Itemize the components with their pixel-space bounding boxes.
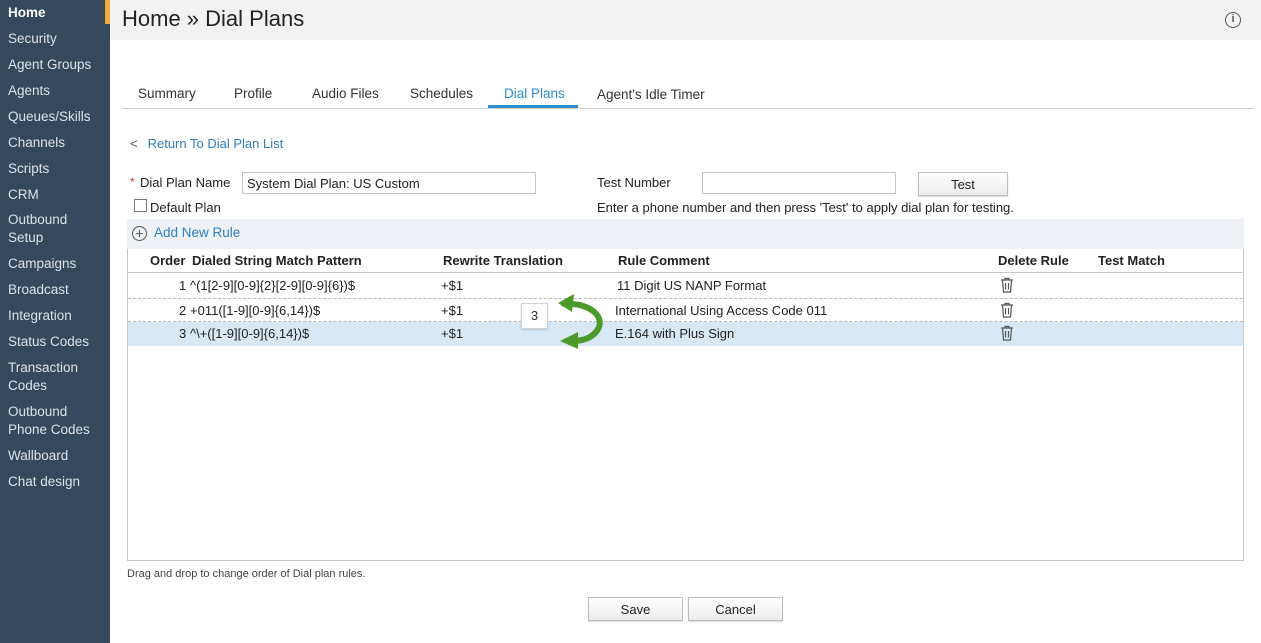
default-plan-label: Default Plan: [150, 200, 221, 215]
sidebar-item-queues-skills[interactable]: Queues/Skills: [8, 108, 91, 126]
table-row[interactable]: 3 ^\+([1-9][0-9]{6,14})$ +$1 E.164 with …: [128, 322, 1243, 346]
sidebar-item-chat-design[interactable]: Chat design: [8, 473, 80, 491]
return-to-list-link[interactable]: < Return To Dial Plan List: [130, 136, 283, 151]
reorder-arrow-icon: [558, 294, 603, 349]
rewrite-cell: +$1: [441, 326, 464, 341]
tab-summary[interactable]: Summary: [138, 86, 196, 101]
return-link-label: Return To Dial Plan List: [147, 136, 284, 151]
sidebar-item-wallboard[interactable]: Wallboard: [8, 447, 68, 465]
trash-icon[interactable]: [1000, 277, 1014, 293]
rules-toolbar: + Add New Rule: [127, 219, 1244, 249]
test-hint: Enter a phone number and then press 'Tes…: [597, 200, 1014, 215]
sidebar-item-label: Outbound: [8, 404, 68, 419]
sidebar-item-transaction-codes[interactable]: Transaction Codes: [8, 359, 78, 395]
sidebar-item-crm[interactable]: CRM: [8, 186, 39, 204]
tab-schedules[interactable]: Schedules: [410, 86, 473, 101]
column-header-comment: Rule Comment: [618, 253, 710, 268]
sidebar-item-outbound-setup[interactable]: Outbound Setup: [8, 211, 67, 247]
add-circle-icon[interactable]: +: [132, 226, 147, 241]
grid-header: Order Dialed String Match Pattern Rewrit…: [128, 249, 1243, 273]
sidebar-item-agent-groups[interactable]: Agent Groups: [8, 56, 91, 74]
sidebar-item-campaigns[interactable]: Campaigns: [8, 255, 76, 273]
column-header-delete: Delete Rule: [998, 253, 1069, 268]
column-header-pattern: Dialed String Match Pattern: [192, 253, 362, 268]
tab-bar: Summary Profile Audio Files Schedules Di…: [122, 80, 1254, 109]
rewrite-cell: +$1: [441, 278, 464, 293]
sidebar-item-label: Setup: [8, 230, 44, 245]
sidebar-item-label: Codes: [8, 378, 48, 393]
test-number-label: Test Number: [597, 175, 671, 190]
sidebar-item-home[interactable]: Home: [8, 4, 46, 22]
sidebar-item-outbound-phone-codes[interactable]: Outbound Phone Codes: [8, 403, 90, 439]
add-new-rule-link[interactable]: Add New Rule: [154, 225, 240, 240]
sidebar-item-label: Phone Codes: [8, 422, 90, 437]
sidebar-item-label: Transaction: [8, 360, 79, 375]
table-row[interactable]: 2 +011([1-9][0-9]{6,14})$ +$1 Internatio…: [128, 298, 1243, 322]
comment-cell: International Using Access Code 011: [615, 303, 828, 318]
column-header-rewrite: Rewrite Translation: [443, 253, 563, 268]
page-header: Home » Dial Plans i: [110, 0, 1261, 40]
save-button[interactable]: Save: [588, 597, 683, 621]
sidebar-item-broadcast[interactable]: Broadcast: [8, 281, 69, 299]
test-button[interactable]: Test: [918, 172, 1008, 196]
sidebar-item-security[interactable]: Security: [8, 30, 57, 48]
order-cell: 1: [179, 278, 187, 293]
trash-icon[interactable]: [1000, 302, 1014, 318]
column-header-order: Order: [150, 253, 186, 268]
pattern-cell: ^(1[2-9][0-9]{2}[2-9][0-9]{6})$: [190, 278, 356, 293]
tab-dial-plans[interactable]: Dial Plans: [504, 86, 565, 101]
pattern-cell: ^\+([1-9][0-9]{6,14})$: [190, 326, 310, 341]
chevron-left-icon: <: [130, 136, 138, 151]
required-marker: *: [130, 175, 135, 189]
test-number-input[interactable]: [702, 172, 896, 194]
info-icon[interactable]: i: [1225, 12, 1241, 28]
page-title: Home » Dial Plans: [122, 6, 305, 31]
sidebar-item-channels[interactable]: Channels: [8, 134, 65, 152]
tab-agents-idle-timer[interactable]: Agent's Idle Timer: [597, 87, 705, 102]
dial-plan-name-input[interactable]: [242, 172, 536, 194]
sidebar-item-label: Outbound: [8, 212, 68, 227]
rules-grid: Order Dialed String Match Pattern Rewrit…: [127, 249, 1244, 561]
sidebar-item-integration[interactable]: Integration: [8, 307, 72, 325]
sidebar-item-agents[interactable]: Agents: [8, 82, 50, 100]
order-cell: 3: [179, 326, 187, 341]
order-cell: 2: [179, 303, 187, 318]
pattern-cell: +011([1-9][0-9]{6,14})$: [190, 303, 321, 318]
cancel-button[interactable]: Cancel: [688, 597, 783, 621]
sidebar-item-scripts[interactable]: Scripts: [8, 160, 49, 178]
dial-plan-name-label: Dial Plan Name: [140, 175, 231, 190]
comment-cell: E.164 with Plus Sign: [615, 326, 735, 341]
active-tab-indicator: [488, 105, 578, 108]
trash-icon[interactable]: [1000, 325, 1014, 341]
default-plan-checkbox[interactable]: [134, 199, 147, 212]
comment-cell: 11 Digit US NANP Format: [617, 278, 767, 293]
table-row[interactable]: 1 ^(1[2-9][0-9]{2}[2-9][0-9]{6})$ +$1 11…: [128, 274, 1243, 298]
tab-profile[interactable]: Profile: [234, 86, 272, 101]
sidebar: Home Security Agent Groups Agents Queues…: [0, 0, 110, 643]
rewrite-cell: +$1: [441, 303, 464, 318]
sidebar-item-status-codes[interactable]: Status Codes: [8, 333, 89, 351]
tab-audio-files[interactable]: Audio Files: [312, 86, 379, 101]
drag-helper-badge[interactable]: 3: [521, 303, 548, 329]
drag-drop-hint: Drag and drop to change order of Dial pl…: [127, 568, 366, 580]
column-header-test-match: Test Match: [1098, 253, 1165, 268]
